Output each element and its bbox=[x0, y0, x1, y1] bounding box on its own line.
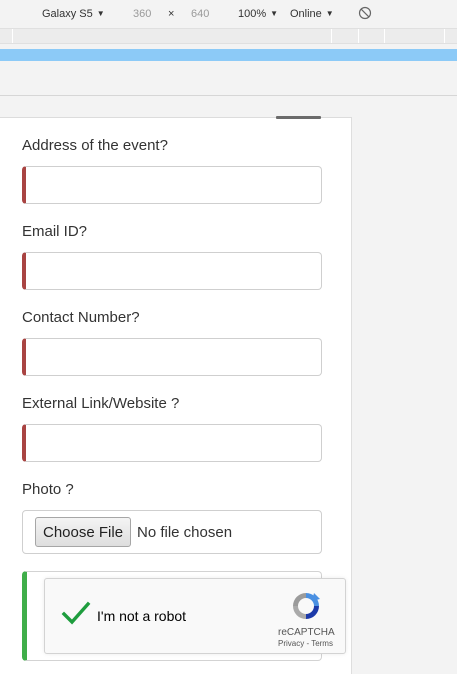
email-input[interactable] bbox=[22, 252, 322, 290]
external-link-input[interactable] bbox=[22, 424, 322, 462]
width-input[interactable]: 360 bbox=[133, 8, 151, 20]
captcha-field: I'm not a robot reCAPTCHA Privacy - Term… bbox=[22, 571, 346, 661]
zoom-select[interactable]: 100% ▼ bbox=[238, 8, 278, 20]
rotate-icon[interactable] bbox=[358, 6, 372, 20]
address-label: Address of the event? bbox=[22, 137, 168, 154]
dimension-times: × bbox=[168, 8, 175, 20]
recaptcha-label: I'm not a robot bbox=[97, 608, 187, 624]
device-toolbar: Galaxy S5 ▼ 360 × 640 100% ▼ Online ▼ bbox=[0, 0, 457, 28]
device-select[interactable]: Galaxy S5 ▼ bbox=[42, 8, 105, 20]
photo-file-input[interactable]: Choose File No file chosen bbox=[22, 510, 322, 554]
network-select[interactable]: Online ▼ bbox=[290, 8, 334, 20]
address-input[interactable] bbox=[22, 166, 322, 204]
recaptcha-brand: reCAPTCHA bbox=[278, 627, 335, 638]
recaptcha-logo-icon bbox=[293, 593, 320, 619]
scroll-indicator bbox=[276, 116, 321, 119]
recaptcha-privacy-terms[interactable]: Privacy - Terms bbox=[278, 639, 333, 648]
caret-down-icon: ▼ bbox=[325, 9, 334, 18]
email-label: Email ID? bbox=[22, 223, 88, 240]
divider bbox=[0, 95, 457, 96]
zoom-select-label: 100% bbox=[238, 8, 267, 20]
device-select-label: Galaxy S5 bbox=[42, 8, 93, 20]
event-form: Address of the event? Email ID? Contact … bbox=[0, 116, 352, 674]
recaptcha-widget: I'm not a robot reCAPTCHA Privacy - Term… bbox=[44, 578, 346, 654]
height-input[interactable]: 640 bbox=[191, 8, 209, 20]
file-status: No file chosen bbox=[137, 524, 233, 541]
choose-file-button[interactable]: Choose File bbox=[35, 517, 132, 547]
external-link-label: External Link/Website ? bbox=[22, 395, 180, 412]
media-query-bar[interactable] bbox=[0, 49, 457, 61]
media-query-ruler[interactable] bbox=[0, 28, 457, 44]
caret-down-icon: ▼ bbox=[96, 9, 105, 18]
photo-label: Photo ? bbox=[22, 481, 74, 498]
checkmark-icon[interactable] bbox=[61, 598, 91, 628]
contact-label: Contact Number? bbox=[22, 309, 140, 326]
contact-input[interactable] bbox=[22, 338, 322, 376]
network-select-label: Online bbox=[290, 8, 322, 20]
caret-down-icon: ▼ bbox=[270, 9, 279, 18]
